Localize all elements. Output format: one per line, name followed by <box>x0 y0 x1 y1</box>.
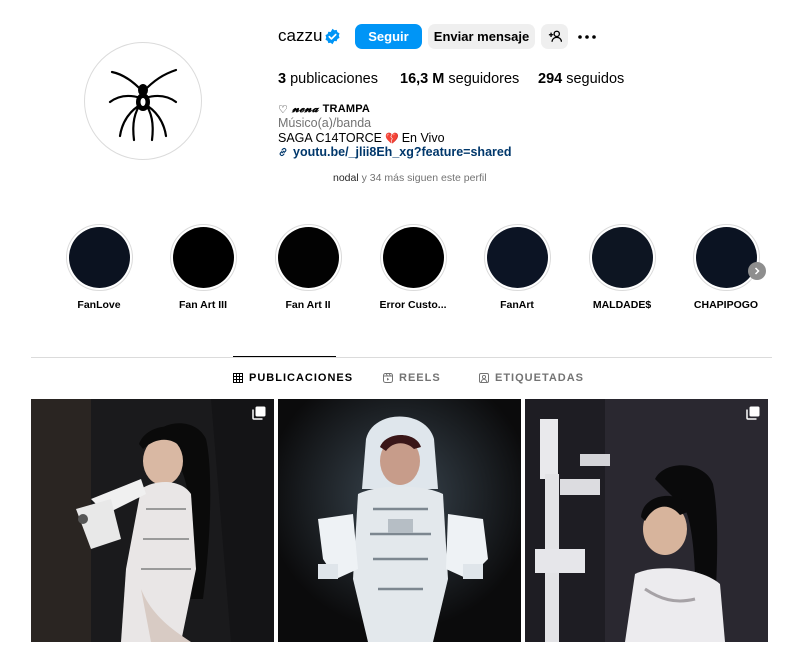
profile-bio: SAGA C14TORCE 💔 En Vivo <box>278 131 445 145</box>
broken-heart-emoji: 💔 <box>384 132 399 145</box>
tabs-divider <box>31 357 772 358</box>
nickname-rest: TRAMPA <box>322 103 371 115</box>
highlight-cover <box>277 227 339 288</box>
bio-text: SAGA C14TORCE <box>278 131 382 145</box>
highlight-label: Fan Art III <box>178 299 228 311</box>
profile-link[interactable]: youtu.be/_jlii8Eh_xg?feature=shared <box>278 145 511 159</box>
profile-username: cazzu <box>278 26 323 45</box>
post-thumbnail[interactable] <box>31 399 274 642</box>
post-thumbnail[interactable] <box>278 399 521 642</box>
highlight-label: Fan Art II <box>285 299 331 311</box>
following-stat[interactable]: 294 seguidos <box>538 71 624 87</box>
post-image-1 <box>31 399 274 642</box>
bio-suffix: En Vivo <box>401 131 445 145</box>
highlight-ring[interactable] <box>274 224 342 291</box>
posts-stat: 3 publicaciones <box>278 71 378 87</box>
highlight-cover <box>486 227 548 288</box>
highlight-cover <box>695 227 757 288</box>
story-highlight[interactable]: Fan Art III <box>158 224 248 311</box>
add-user-icon <box>548 30 562 42</box>
highlights-next-button[interactable] <box>748 262 766 280</box>
highlight-ring[interactable] <box>379 224 447 291</box>
highlight-label: MALDADE$ <box>592 299 652 311</box>
nickname-styled: 𝓷𝓮𝓷𝓪 <box>292 102 319 115</box>
more-icon <box>578 34 596 39</box>
chevron-right-icon <box>754 267 760 275</box>
profile-category: Músico(a)/banda <box>278 116 372 130</box>
more-options-button[interactable] <box>574 24 600 49</box>
active-tab-indicator <box>233 356 336 357</box>
story-highlight[interactable]: FanLove <box>54 224 144 311</box>
highlight-cover <box>68 227 130 288</box>
suggest-users-button[interactable] <box>541 24 568 49</box>
reels-icon <box>383 373 393 383</box>
followers-stat[interactable]: 16,3 M seguidores <box>400 71 519 87</box>
grid-icon <box>233 373 243 383</box>
tab-posts[interactable]: PUBLICACIONES <box>233 372 353 384</box>
profile-link-text[interactable]: youtu.be/_jlii8Eh_xg?feature=shared <box>293 145 511 159</box>
highlight-ring[interactable] <box>692 224 760 291</box>
spider-logo-icon <box>108 68 178 142</box>
highlight-ring[interactable] <box>169 224 237 291</box>
verified-badge-icon <box>325 28 340 45</box>
highlight-cover <box>172 227 234 288</box>
multiple-photos-icon <box>252 406 266 420</box>
follow-button[interactable]: Seguir <box>355 24 422 49</box>
story-highlight[interactable]: Error Custo... <box>368 224 458 311</box>
story-highlight[interactable]: Fan Art II <box>263 224 353 311</box>
tab-tagged[interactable]: ETIQUETADAS <box>479 372 584 384</box>
multiple-photos-icon <box>746 406 760 420</box>
heart-outline-icon: ♡ <box>278 103 289 116</box>
highlight-label: CHAPIPOGO <box>693 299 759 311</box>
story-highlight[interactable]: MALDADE$ <box>577 224 667 311</box>
send-message-button[interactable]: Enviar mensaje <box>428 24 535 49</box>
post-thumbnail[interactable] <box>525 399 768 642</box>
highlight-ring[interactable] <box>588 224 656 291</box>
highlight-label: Error Custo... <box>379 299 447 311</box>
highlight-label: FanArt <box>500 299 534 311</box>
followed-by-name[interactable]: nodal <box>333 172 359 184</box>
highlight-cover <box>382 227 444 288</box>
story-highlight[interactable]: FanArt <box>472 224 562 311</box>
highlight-label: FanLove <box>77 299 121 311</box>
tagged-icon <box>479 373 489 383</box>
highlight-ring[interactable] <box>65 224 133 291</box>
highlight-cover <box>591 227 653 288</box>
profile-avatar[interactable] <box>84 42 202 160</box>
link-icon <box>279 147 287 157</box>
followed-by-text[interactable]: nodal y 34 más siguen este perfil <box>333 172 487 184</box>
profile-nickname: ♡ 𝓷𝓮𝓷𝓪 TRAMPA <box>278 102 370 116</box>
tab-reels[interactable]: REELS <box>383 372 441 384</box>
post-image-3 <box>525 399 768 642</box>
highlight-ring[interactable] <box>483 224 551 291</box>
post-image-2 <box>278 399 521 642</box>
